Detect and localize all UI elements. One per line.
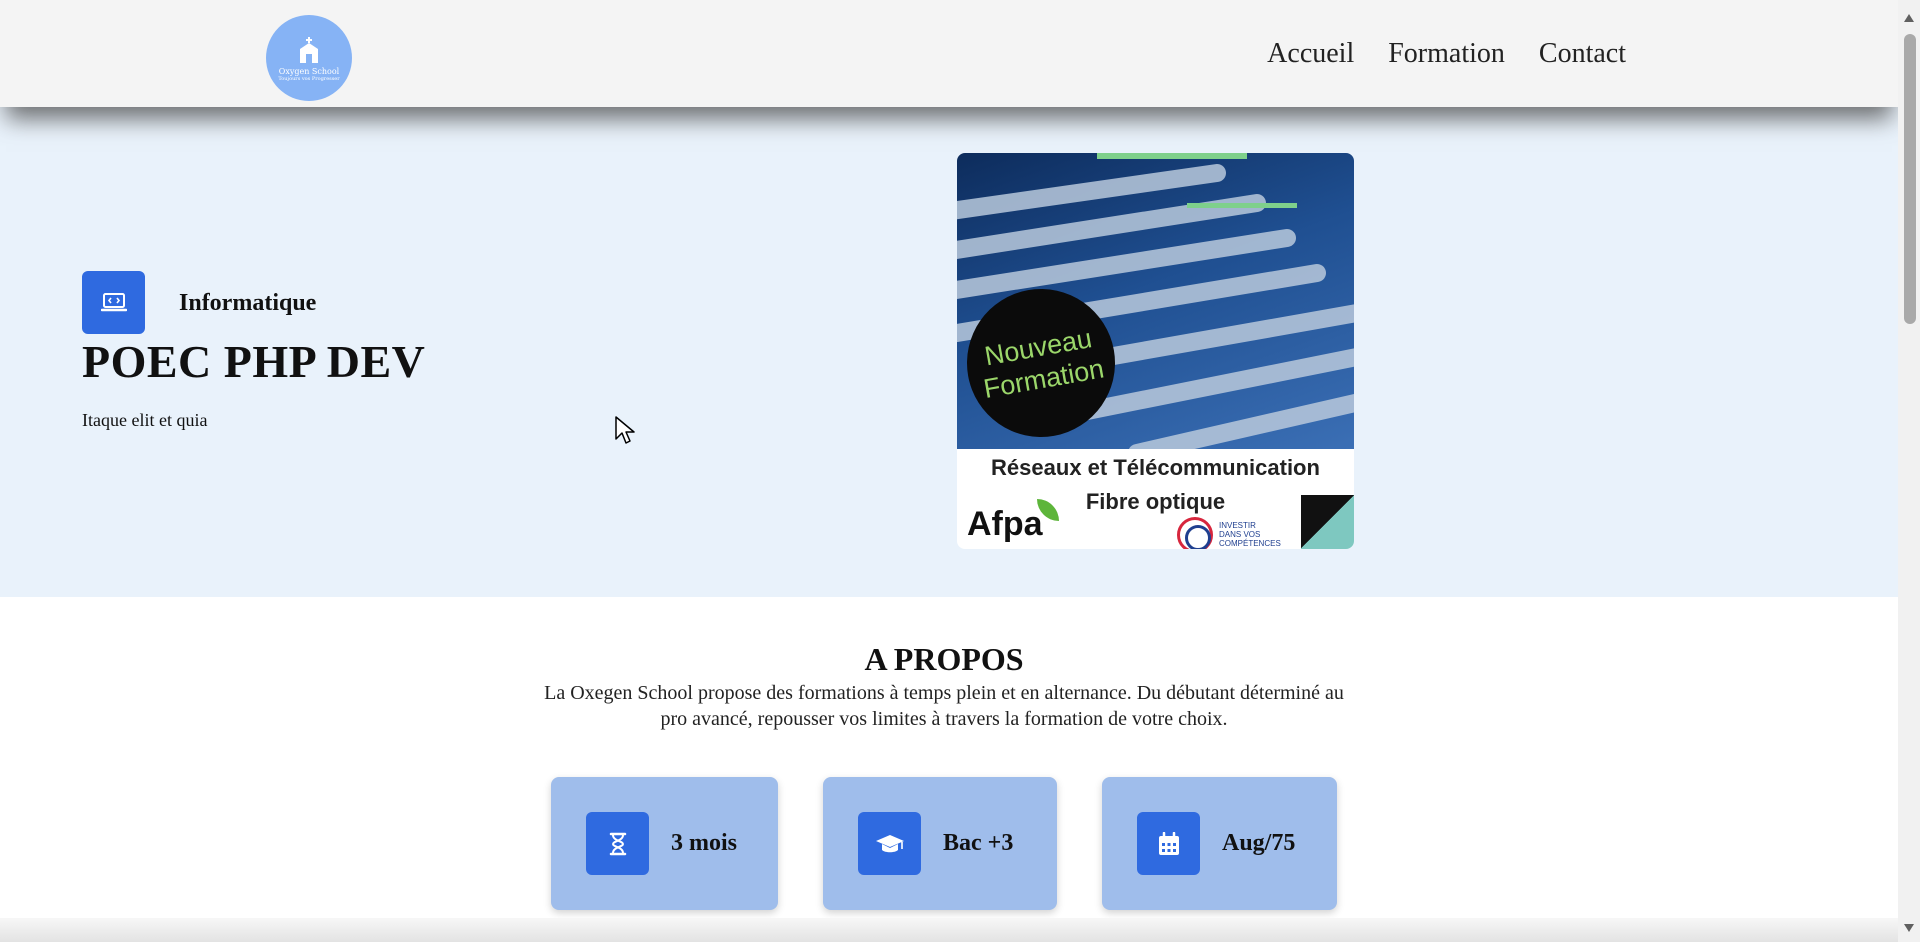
hero-section: Informatique POEC PHP DEV Itaque elit et… <box>0 107 1898 597</box>
afpa-logo: Afpa <box>967 505 1043 543</box>
card-label: Aug/75 <box>1222 830 1296 856</box>
code-laptop-icon <box>100 292 127 311</box>
partner-logo <box>1301 495 1354 549</box>
invest-competences-icon <box>1177 517 1213 549</box>
about-title: A PROPOS <box>864 641 1024 677</box>
card-icon-box <box>858 812 921 875</box>
nav-link-formation[interactable]: Formation <box>1388 38 1505 70</box>
vertical-scrollbar[interactable] <box>1898 0 1920 942</box>
nav-link-contact[interactable]: Contact <box>1539 38 1626 70</box>
site-header: Oxygen School Toujours vos Progresser Ac… <box>0 0 1898 107</box>
card-icon-box <box>586 812 649 875</box>
graduation-cap-icon <box>875 834 904 852</box>
mouse-cursor-icon <box>615 416 635 444</box>
card-label: 3 mois <box>671 830 737 856</box>
school-logo[interactable]: Oxygen School Toujours vos Progresser <box>266 15 352 101</box>
promo-title: Réseaux et Télécommunication <box>991 455 1320 480</box>
info-card-level: Bac +3 <box>823 777 1057 910</box>
scrollbar-thumb[interactable] <box>1904 34 1916 324</box>
hourglass-icon <box>609 832 626 855</box>
card-icon-box <box>1137 812 1200 875</box>
main-nav: Accueil Formation Contact <box>1267 38 1626 70</box>
invest-competences-text: INVESTIR DANS VOS COMPÉTENCES <box>1219 521 1281 548</box>
course-title: POEC PHP DEV <box>82 336 426 387</box>
card-label: Bac +3 <box>943 830 1014 856</box>
logo-name: Oxygen School <box>278 66 340 76</box>
category-label: Informatique <box>179 290 317 316</box>
window-bottom-edge <box>0 918 1898 942</box>
logo-tagline: Toujours vos Progresser <box>278 75 340 82</box>
nav-link-accueil[interactable]: Accueil <box>1267 38 1354 70</box>
promo-image: Nouveau Formation Réseaux et Télécommuni… <box>957 153 1354 549</box>
info-card-date: Aug/75 <box>1102 777 1337 910</box>
network-cables-photo: Nouveau Formation <box>957 153 1354 449</box>
chapel-icon <box>300 36 318 63</box>
scroll-up-arrow-icon[interactable] <box>1904 14 1914 22</box>
info-card-duration: 3 mois <box>551 777 778 910</box>
course-subtitle: Itaque elit et quia <box>82 410 208 430</box>
calendar-icon <box>1158 831 1179 855</box>
scroll-down-arrow-icon[interactable] <box>1904 924 1914 932</box>
category-icon-box <box>82 271 145 334</box>
about-text: La Oxegen School propose des formations … <box>544 682 1344 730</box>
